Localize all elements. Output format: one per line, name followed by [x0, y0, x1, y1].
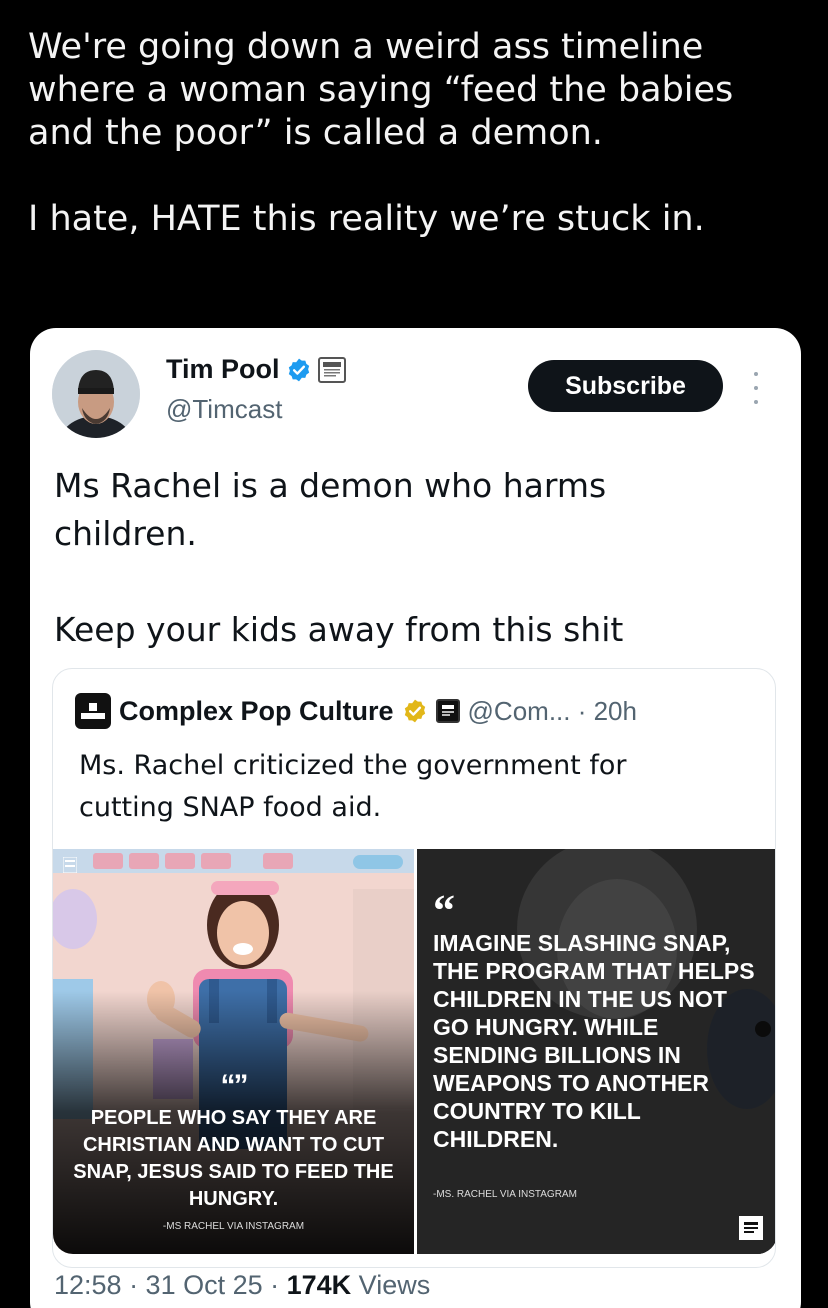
subscribe-button[interactable]: Subscribe [528, 360, 723, 412]
gold-verified-badge-icon [404, 699, 425, 723]
tweet-meta: 12:58 · 31 Oct 25 · 174K Views [54, 1270, 430, 1301]
quote-mark: “” [220, 1069, 249, 1102]
author-name[interactable]: Tim Pool [166, 354, 280, 385]
quoted-text-line: cutting SNAP food aid. [79, 791, 382, 823]
complex-watermark-icon [62, 856, 78, 875]
avatar[interactable] [52, 350, 140, 438]
quote-mark: “ [433, 886, 455, 935]
quoted-author-row: Complex Pop Culture @Com... · 20h [75, 693, 637, 729]
verified-badge-icon[interactable] [286, 357, 312, 383]
caption-line: where a woman saying “feed the babies [28, 70, 734, 111]
quoted-tweet[interactable]: Complex Pop Culture @Com... · 20h Ms. Ra… [52, 668, 776, 1268]
quoted-author-handle: @Com... · 20h [467, 695, 637, 726]
quoted-affiliate-badge-icon [435, 699, 460, 723]
tweet-text-line: Ms Rachel is a demon who harms [54, 466, 607, 505]
views-count: 174K [286, 1270, 352, 1300]
right-quote-text: Imagine slashing SNAP, the program that … [433, 930, 755, 1153]
caption-text: We're going down a weird ass timeline wh… [28, 26, 808, 241]
tweet-text-line: children. [54, 513, 197, 553]
author-row: Tim Pool [166, 354, 346, 385]
quoted-text: Ms. Rachel criticized the government for… [79, 745, 719, 829]
tweet-card: Tim Pool @Timcast Subscribe Ms Rachel is… [30, 328, 801, 1308]
left-quote-text: People who say they are Christian and wa… [73, 1107, 394, 1210]
quoted-avatar [75, 693, 111, 729]
media-image-left[interactable]: “” People who say they are Christian and… [53, 849, 414, 1254]
quoted-text-line: Ms. Rachel criticized the government for [79, 750, 627, 781]
media-image-right[interactable]: “ Imagine slashing SNAP, the program tha… [417, 849, 775, 1254]
affiliate-badge-icon[interactable] [317, 356, 346, 383]
tweet-text: Ms Rachel is a demon who harms children.… [54, 462, 754, 654]
left-quote-attribution: -MS RACHEL VIA INSTAGRAM [162, 1221, 305, 1232]
caption-line: I hate, HATE this reality we’re stuck in… [28, 199, 705, 240]
views-label: Views [351, 1270, 431, 1300]
right-quote-attribution: -MS. RACHEL VIA INSTAGRAM [433, 1189, 577, 1200]
avatar-image [52, 350, 140, 438]
more-options-icon[interactable] [746, 368, 766, 408]
caption-line: We're going down a weird ass timeline [28, 27, 704, 67]
left-quote-overlay: “” People who say they are Christian and… [53, 1069, 414, 1232]
complex-logo-icon [739, 1216, 763, 1240]
author-handle[interactable]: @Timcast [166, 394, 282, 425]
tweet-timestamp[interactable]: 12:58 · 31 Oct 25 · [54, 1270, 287, 1300]
quoted-author-name: Complex Pop Culture [119, 695, 394, 726]
caption-line: and the poor” is called a demon. [28, 113, 603, 154]
tweet-text-line: Keep your kids away from this shit [54, 609, 624, 649]
